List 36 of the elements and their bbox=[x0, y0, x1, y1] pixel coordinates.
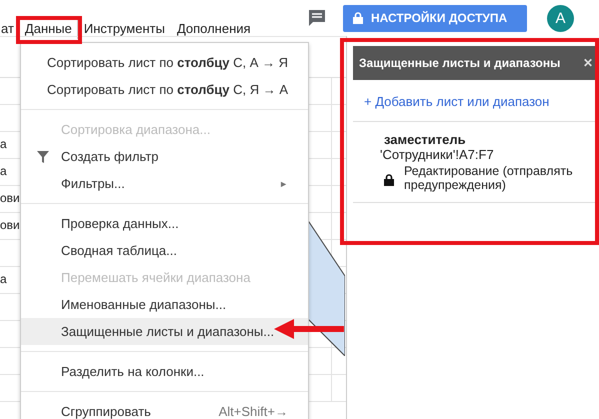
panel-title: Защищенные листы и диапазоны bbox=[359, 56, 560, 70]
menu-option[interactable]: Сводная таблица... bbox=[21, 237, 308, 264]
close-icon[interactable]: ✕ bbox=[583, 56, 593, 70]
menu-item[interactable]: ат bbox=[0, 16, 19, 40]
shortcut-text: Alt+Shift+→ bbox=[218, 404, 288, 419]
cell-text: а bbox=[0, 163, 7, 178]
menu-item[interactable]: Инструменты bbox=[78, 16, 171, 40]
cell-text: ови bbox=[0, 217, 20, 232]
menu-option[interactable]: Создать фильтр bbox=[21, 143, 308, 170]
lock-icon bbox=[353, 12, 363, 24]
share-button[interactable]: НАСТРОЙКИ ДОСТУПА bbox=[343, 4, 527, 32]
comment-icon[interactable] bbox=[307, 8, 327, 28]
menu-option[interactable]: Сгруппировать Alt+Shift+→ bbox=[21, 398, 308, 419]
menu-option: Перемешать ячейки диапазона bbox=[21, 264, 308, 291]
menu-option: Сортировка диапазона... bbox=[21, 116, 308, 143]
menu-option[interactable]: Фильтры... ► bbox=[21, 170, 308, 197]
cell-text: а bbox=[0, 271, 7, 286]
menu-option[interactable]: Именованные диапазоны... bbox=[21, 291, 308, 318]
menu-option[interactable]: Защищенные листы и диапазоны... bbox=[21, 318, 308, 345]
submenu-arrow-icon: ► bbox=[279, 178, 288, 188]
cell-text: ови bbox=[0, 190, 20, 205]
menu-option[interactable]: Сортировать лист по столбцу С, Я → А bbox=[21, 76, 308, 103]
filter-icon bbox=[37, 150, 49, 162]
menu-option[interactable]: Сортировать лист по столбцу С, А → Я bbox=[21, 49, 308, 76]
highlight-frame bbox=[16, 16, 82, 44]
menu-option[interactable]: Разделить на колонки... bbox=[21, 358, 308, 385]
pointer-arrow bbox=[274, 317, 344, 341]
permission-text: Редактирование (отправлять предупреждения) bbox=[404, 164, 574, 192]
menu-option[interactable]: Проверка данных... bbox=[21, 210, 308, 237]
lock-icon bbox=[384, 174, 394, 186]
range-reference: 'Сотрудники'!A7:F7 bbox=[380, 147, 495, 162]
add-range-link[interactable]: + Добавить лист или диапазон bbox=[353, 80, 599, 122]
avatar[interactable]: A bbox=[547, 4, 574, 32]
cell-text: а bbox=[0, 136, 7, 151]
menu-item[interactable]: Дополнения bbox=[170, 16, 257, 40]
range-name[interactable]: заместитель bbox=[384, 132, 599, 147]
